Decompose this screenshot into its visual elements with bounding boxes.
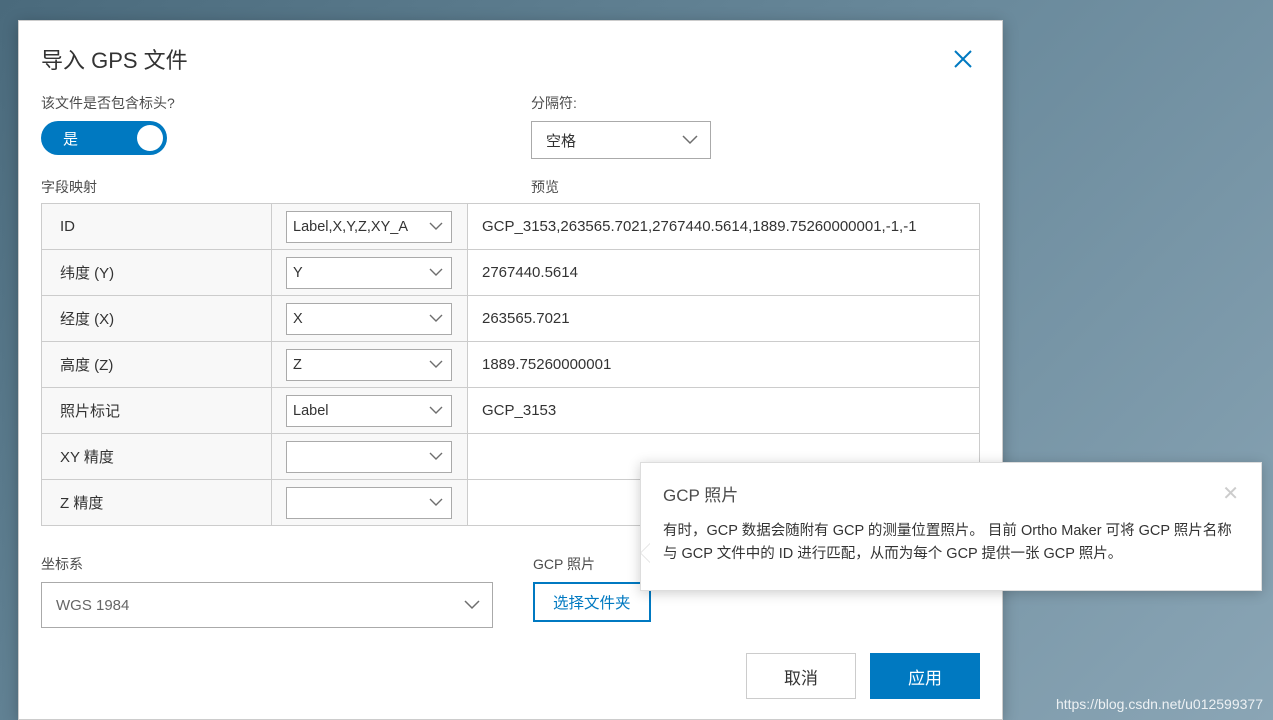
field-select[interactable]: Label,X,Y,Z,XY_A <box>286 211 452 243</box>
field-select-value: Label,X,Y,Z,XY_A <box>293 219 408 235</box>
field-select[interactable]: Z <box>286 349 452 381</box>
field-select[interactable] <box>286 441 452 473</box>
field-select-value: X <box>293 311 303 327</box>
field-label: 经度 (X) <box>42 296 272 342</box>
cancel-button[interactable]: 取消 <box>746 653 856 699</box>
field-mapping-label: 字段映射 <box>41 177 531 197</box>
toggle-label: 是 <box>63 128 78 149</box>
field-label: 纬度 (Y) <box>42 250 272 296</box>
preview-cell: GCP_3153 <box>468 388 980 434</box>
table-row: 经度 (X) X 263565.7021 <box>42 296 980 342</box>
preview-cell: GCP_3153,263565.7021,2767440.5614,1889.7… <box>468 204 980 250</box>
header-question-label: 该文件是否包含标头? <box>41 93 531 113</box>
preview-cell: 263565.7021 <box>468 296 980 342</box>
chevron-down-icon <box>429 452 443 461</box>
chevron-down-icon <box>429 314 443 323</box>
watermark-text: https://blog.csdn.net/u012599377 <box>1056 696 1263 712</box>
field-select[interactable] <box>286 487 452 519</box>
chevron-down-icon <box>682 135 698 145</box>
coord-system-select[interactable]: WGS 1984 <box>41 582 493 628</box>
field-label: 高度 (Z) <box>42 342 272 388</box>
delimiter-value: 空格 <box>546 130 576 151</box>
field-select[interactable]: Y <box>286 257 452 289</box>
field-select-value: Y <box>293 265 303 281</box>
apply-button[interactable]: 应用 <box>870 653 980 699</box>
preview-label: 预览 <box>531 177 559 197</box>
tooltip-body: 有时，GCP 数据会随附有 GCP 的测量位置照片。 目前 Ortho Make… <box>663 520 1239 566</box>
chevron-down-icon <box>429 498 443 507</box>
field-select-value: Label <box>293 403 328 419</box>
import-gps-dialog: 导入 GPS 文件 该文件是否包含标头? 是 分隔符: 空格 字段映射 预览 <box>18 20 1003 720</box>
table-row: 高度 (Z) Z 1889.75260000001 <box>42 342 980 388</box>
delimiter-label: 分隔符: <box>531 93 980 113</box>
table-row: ID Label,X,Y,Z,XY_A GCP_3153,263565.7021,2… <box>42 204 980 250</box>
choose-folder-button[interactable]: 选择文件夹 <box>533 582 651 622</box>
chevron-down-icon <box>429 222 443 231</box>
header-toggle[interactable]: 是 <box>41 121 167 155</box>
chevron-down-icon <box>464 600 480 610</box>
preview-cell: 2767440.5614 <box>468 250 980 296</box>
tooltip-title: GCP 照片 <box>663 481 738 506</box>
chevron-down-icon <box>429 406 443 415</box>
table-row: 照片标记 Label GCP_3153 <box>42 388 980 434</box>
chevron-down-icon <box>429 268 443 277</box>
table-row: 纬度 (Y) Y 2767440.5614 <box>42 250 980 296</box>
field-label: XY 精度 <box>42 434 272 480</box>
field-label: ID <box>42 204 272 250</box>
delimiter-select[interactable]: 空格 <box>531 121 711 159</box>
dialog-title: 导入 GPS 文件 <box>41 43 188 75</box>
field-select[interactable]: Label <box>286 395 452 427</box>
field-select[interactable]: X <box>286 303 452 335</box>
close-icon[interactable]: ✕ <box>1222 481 1239 506</box>
toggle-knob <box>137 125 163 151</box>
coord-system-value: WGS 1984 <box>56 597 129 614</box>
field-select-value: Z <box>293 357 302 373</box>
gcp-tooltip: GCP 照片 ✕ 有时，GCP 数据会随附有 GCP 的测量位置照片。 目前 O… <box>640 462 1262 591</box>
field-label: Z 精度 <box>42 480 272 526</box>
close-icon[interactable] <box>946 46 980 72</box>
chevron-down-icon <box>429 360 443 369</box>
preview-cell: 1889.75260000001 <box>468 342 980 388</box>
coord-system-label: 坐标系 <box>41 554 533 574</box>
field-label: 照片标记 <box>42 388 272 434</box>
